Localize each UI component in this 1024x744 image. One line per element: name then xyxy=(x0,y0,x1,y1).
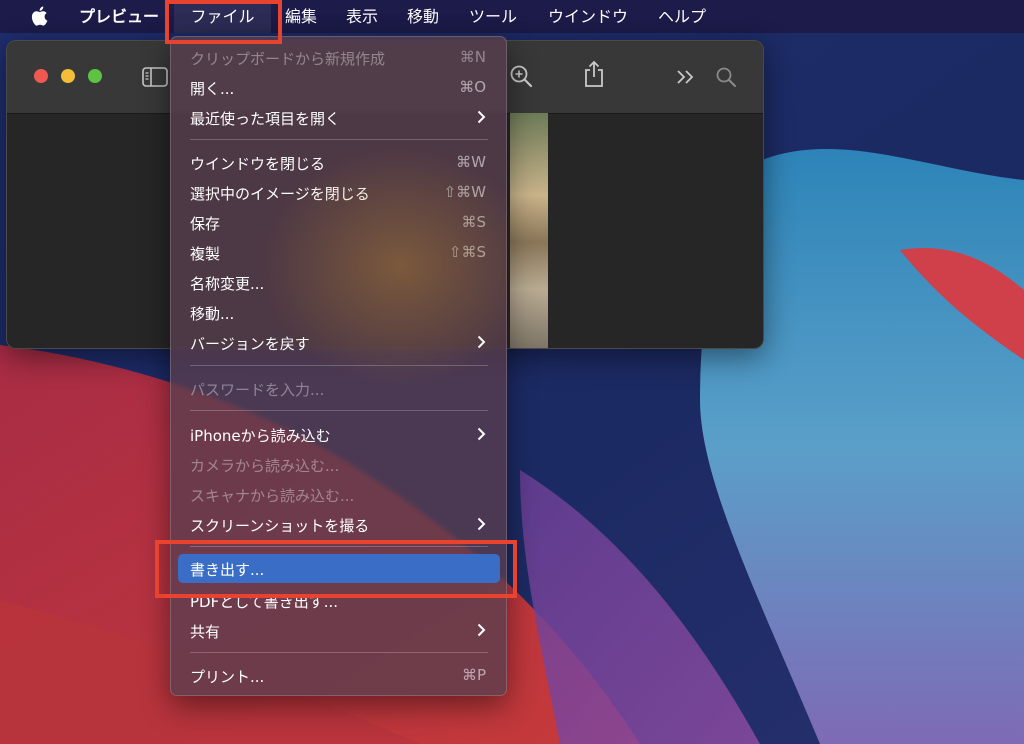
chevron-right-icon xyxy=(477,427,486,441)
share-icon[interactable] xyxy=(583,60,605,88)
shortcut-open: ⌘O xyxy=(459,78,486,96)
chevron-right-icon xyxy=(477,110,486,124)
shortcut-close-selected: ⇧⌘W xyxy=(443,183,486,201)
close-window-button[interactable] xyxy=(34,69,48,83)
menu-item-move[interactable]: 移動... xyxy=(190,303,234,324)
shortcut-print: ⌘P xyxy=(461,666,486,684)
menu-view[interactable]: 表示 xyxy=(346,0,378,33)
menu-separator xyxy=(190,365,488,366)
menu-go[interactable]: 移動 xyxy=(407,0,439,33)
menu-help[interactable]: ヘルプ xyxy=(658,0,706,33)
menu-item-share[interactable]: 共有 xyxy=(190,621,220,642)
menu-bar: プレビュー ファイル 編集 表示 移動 ツール ウインドウ ヘルプ xyxy=(0,0,1024,33)
highlight-box-file-menu xyxy=(165,0,282,44)
menu-separator xyxy=(190,652,488,653)
menu-item-rename[interactable]: 名称変更... xyxy=(190,273,264,294)
minimize-window-button[interactable] xyxy=(61,69,75,83)
chevron-right-icon xyxy=(477,623,486,637)
menu-app-preview[interactable]: プレビュー xyxy=(79,0,159,33)
chevron-right-icon xyxy=(477,335,486,349)
menu-item-import-camera: カメラから読み込む... xyxy=(190,457,340,475)
sidebar-icon[interactable] xyxy=(142,67,168,87)
zoom-in-icon[interactable] xyxy=(509,64,533,88)
more-toolbar-icon[interactable] xyxy=(676,69,696,85)
shortcut-save: ⌘S xyxy=(461,213,486,231)
menu-separator xyxy=(190,410,488,411)
menu-item-open-recent[interactable]: 最近使った項目を開く xyxy=(190,108,340,129)
highlight-box-export xyxy=(155,540,517,598)
search-icon[interactable] xyxy=(715,66,737,88)
menu-edit[interactable]: 編集 xyxy=(285,0,317,33)
menu-item-duplicate[interactable]: 複製 xyxy=(190,243,220,264)
shortcut-close-window: ⌘W xyxy=(456,153,486,171)
shortcut-duplicate: ⇧⌘S xyxy=(448,243,486,261)
menu-window[interactable]: ウインドウ xyxy=(548,0,628,33)
menu-item-screenshot[interactable]: スクリーンショットを撮る xyxy=(190,515,369,536)
menu-item-revert[interactable]: バージョンを戻す xyxy=(190,333,310,354)
apple-icon[interactable] xyxy=(30,6,48,26)
menu-item-import-scanner: スキャナから読み込む... xyxy=(190,487,355,505)
menu-tools[interactable]: ツール xyxy=(469,0,517,33)
menu-item-close-window[interactable]: ウインドウを閉じる xyxy=(190,153,325,174)
menu-separator xyxy=(190,139,488,140)
document-image xyxy=(510,113,548,348)
menu-item-new-from-clipboard: クリップボードから新規作成 xyxy=(190,50,386,68)
chevron-right-icon xyxy=(477,517,486,531)
zoom-window-button[interactable] xyxy=(88,69,102,83)
menu-item-print[interactable]: プリント... xyxy=(190,666,264,687)
menu-item-save[interactable]: 保存 xyxy=(190,213,220,234)
menu-item-enter-password: パスワードを入力... xyxy=(190,381,325,399)
shortcut-new-from-clipboard: ⌘N xyxy=(459,48,486,66)
menu-item-close-selected[interactable]: 選択中のイメージを閉じる xyxy=(190,183,370,204)
menu-item-import-iphone[interactable]: iPhoneから読み込む xyxy=(190,425,331,446)
menu-item-open[interactable]: 開く... xyxy=(190,78,234,99)
